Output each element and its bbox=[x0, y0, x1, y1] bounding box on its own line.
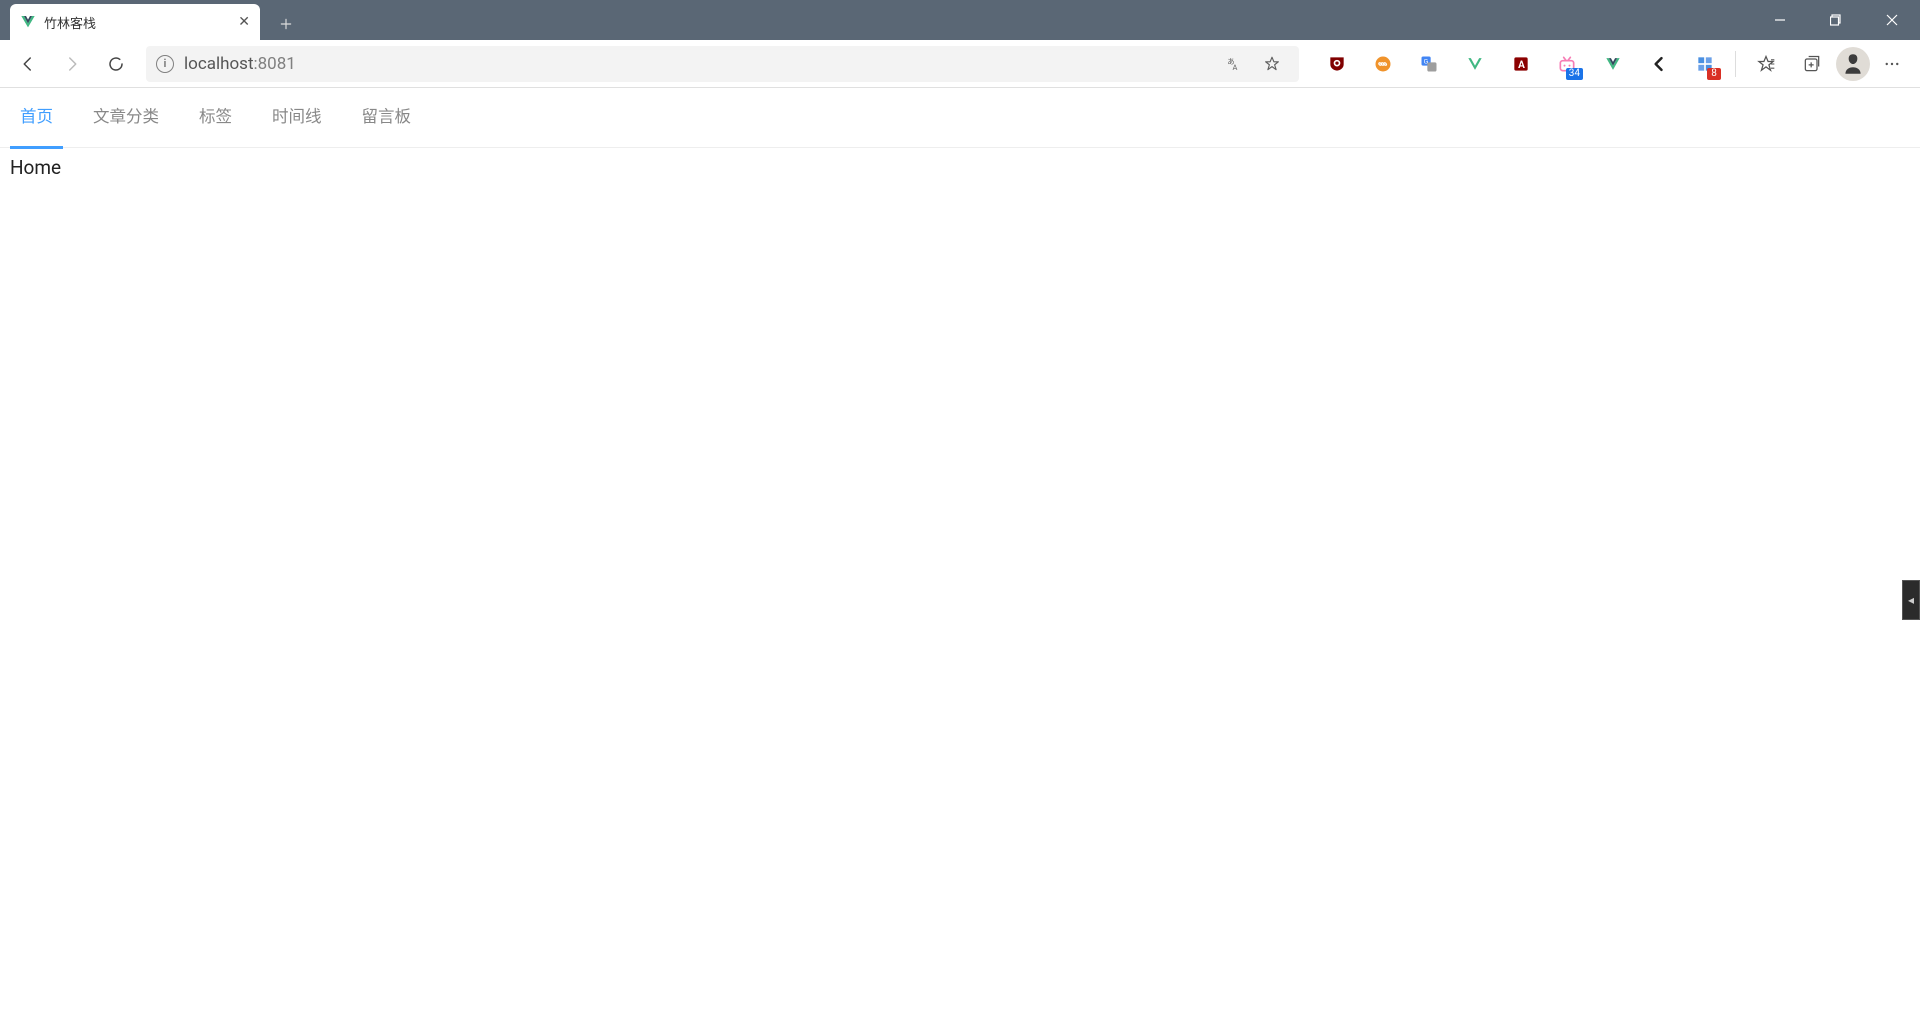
svg-text:G: G bbox=[1424, 57, 1429, 65]
vue-devtools-extension-icon[interactable] bbox=[1453, 44, 1497, 84]
extension-badge: 8 bbox=[1707, 68, 1721, 80]
svg-text:A: A bbox=[1233, 63, 1238, 72]
nav-tab-guestbook[interactable]: 留言板 bbox=[362, 88, 412, 148]
nav-tab-home[interactable]: 首页 bbox=[20, 88, 53, 148]
favorite-star-icon[interactable] bbox=[1255, 47, 1289, 81]
forward-button[interactable] bbox=[52, 44, 92, 84]
page-body: Home bbox=[0, 148, 1920, 187]
nav-tab-timeline[interactable]: 时间线 bbox=[272, 88, 322, 148]
toolbar-divider bbox=[1735, 51, 1736, 77]
address-right: あA bbox=[1217, 47, 1289, 81]
page-heading: Home bbox=[10, 156, 61, 179]
titlebar: 竹林客栈 ✕ bbox=[0, 0, 1920, 40]
google-translate-extension-icon[interactable]: G bbox=[1407, 44, 1451, 84]
side-drawer-handle[interactable]: ◂ bbox=[1902, 580, 1920, 620]
svg-text:A: A bbox=[1518, 60, 1525, 71]
url-text: localhost:8081 bbox=[184, 54, 296, 74]
close-tab-icon[interactable]: ✕ bbox=[238, 14, 250, 30]
adblock-extension-icon[interactable]: A bbox=[1499, 44, 1543, 84]
nav-tab-tags[interactable]: 标签 bbox=[199, 88, 232, 148]
collections-icon[interactable] bbox=[1790, 44, 1834, 84]
profile-avatar[interactable] bbox=[1836, 47, 1870, 81]
url-port: :8081 bbox=[254, 54, 296, 74]
address-bar[interactable]: i localhost:8081 あA bbox=[146, 46, 1299, 82]
vue-extension-icon[interactable] bbox=[1591, 44, 1635, 84]
vue-favicon-icon bbox=[20, 14, 36, 30]
ublock-extension-icon[interactable] bbox=[1315, 44, 1359, 84]
chevron-left-extension-icon[interactable] bbox=[1637, 44, 1681, 84]
extensions-area: G A 34 8 bbox=[1315, 44, 1912, 84]
browser-tab[interactable]: 竹林客栈 ✕ bbox=[10, 4, 260, 40]
page-nav-tabs: 首页 文章分类 标签 时间线 留言板 bbox=[0, 88, 1920, 148]
bilibili-extension-icon[interactable]: 34 bbox=[1545, 44, 1589, 84]
browser-toolbar: i localhost:8081 あA G A bbox=[0, 40, 1920, 88]
back-button[interactable] bbox=[8, 44, 48, 84]
puzzle-extension-icon[interactable]: 8 bbox=[1683, 44, 1727, 84]
page-content: 首页 文章分类 标签 时间线 留言板 Home bbox=[0, 88, 1920, 187]
translate-icon[interactable]: あA bbox=[1217, 47, 1251, 81]
window-controls bbox=[1752, 0, 1920, 40]
extension-badge: 34 bbox=[1566, 68, 1583, 80]
nav-tab-category[interactable]: 文章分类 bbox=[93, 88, 159, 148]
more-menu-icon[interactable] bbox=[1872, 44, 1912, 84]
site-info-icon[interactable]: i bbox=[156, 55, 174, 73]
refresh-button[interactable] bbox=[96, 44, 136, 84]
url-host: localhost bbox=[184, 54, 254, 74]
close-window-button[interactable] bbox=[1864, 0, 1920, 40]
new-tab-button[interactable] bbox=[270, 8, 302, 40]
minimize-button[interactable] bbox=[1752, 0, 1808, 40]
infinity-extension-icon[interactable] bbox=[1361, 44, 1405, 84]
maximize-button[interactable] bbox=[1808, 0, 1864, 40]
tabstrip: 竹林客栈 ✕ bbox=[0, 0, 1752, 40]
tab-title: 竹林客栈 bbox=[44, 13, 230, 32]
favorites-list-icon[interactable] bbox=[1744, 44, 1788, 84]
